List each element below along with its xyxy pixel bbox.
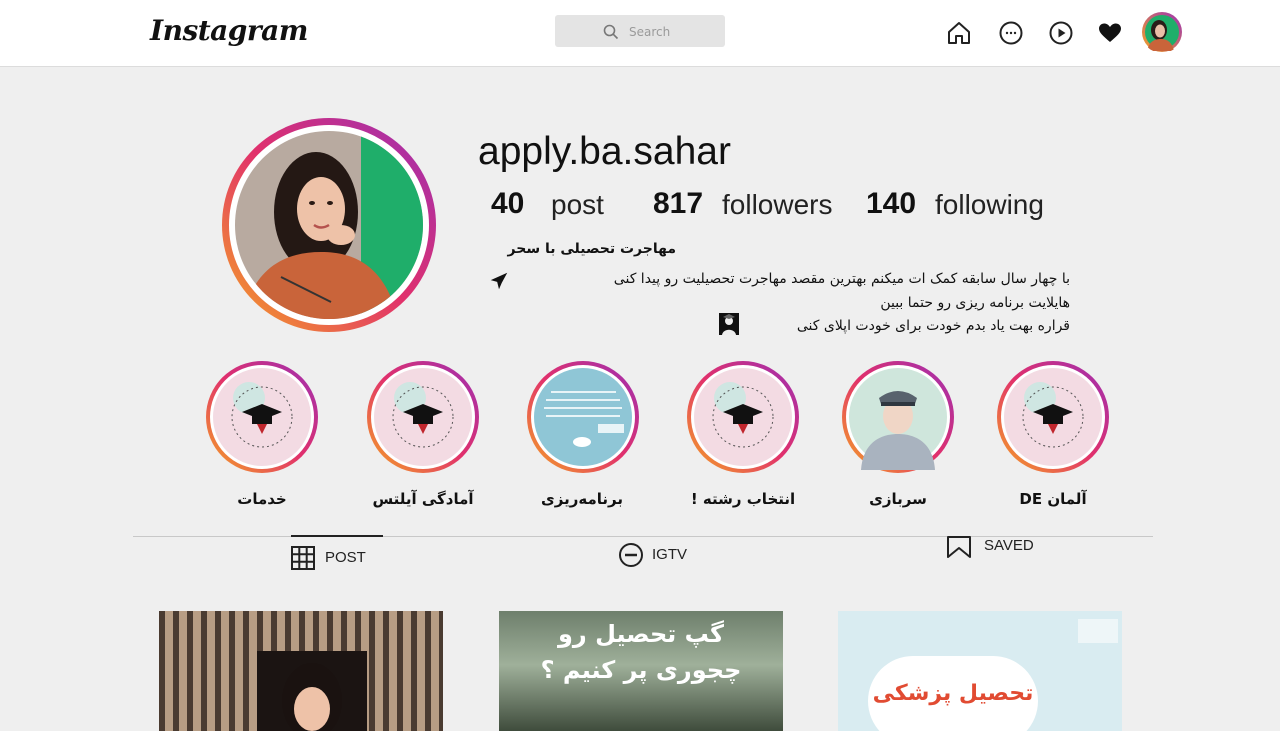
post-3-caption: تحصیل پزشکی [872,681,1034,706]
post-2-caption-line-1: گپ تحصیل رو [558,620,724,648]
bookmark-icon [947,536,971,558]
following-count[interactable]: 140 [866,187,916,221]
messenger-icon[interactable] [998,20,1024,46]
highlight-services-label: خدمات [237,490,287,508]
profile-picture[interactable] [221,117,437,333]
bio-line-2: هایلایت برنامه ریزی رو حتما ببین [880,295,1070,311]
highlight-germany[interactable] [996,360,1110,474]
search-placeholder: Search [629,25,671,39]
bio-line-3: قراره بهت یاد بدم خودت برای خودت اپلای ک… [796,318,1070,334]
airplane-icon [490,272,508,290]
highlight-ielts-label: آمادگی آیلتس [372,490,474,508]
active-tab-indicator [291,535,383,537]
highlight-major-selection[interactable] [686,360,800,474]
student-icon [719,313,739,335]
tab-saved-label: SAVED [984,537,1034,554]
post-thumbnail-1[interactable] [159,611,443,731]
heart-icon[interactable] [1097,20,1123,46]
instagram-logo[interactable]: Instagram [150,14,308,47]
highlight-major-selection-label: انتخاب رشته ! [690,490,796,508]
profile-avatar[interactable] [1141,11,1183,53]
highlight-military-service[interactable] [841,360,955,474]
grid-icon [291,546,315,570]
tab-post[interactable]: POST [291,545,391,571]
highlight-planning-label: برنامه‌ریزی [541,490,623,508]
explore-icon[interactable] [1048,20,1074,46]
home-icon[interactable] [946,20,972,46]
highlight-planning[interactable] [526,360,640,474]
highlight-ielts[interactable] [366,360,480,474]
search-icon [603,24,619,40]
highlight-military-service-label: سربازی [869,490,927,508]
followers-label[interactable]: followers [722,189,832,221]
post-thumbnail-3[interactable]: تحصیل پزشکی [838,611,1122,731]
followers-count[interactable]: 817 [653,187,703,221]
tab-post-label: POST [325,549,366,566]
following-label[interactable]: following [935,189,1044,221]
highlight-services[interactable] [205,360,319,474]
posts-count: 40 [491,187,525,220]
profile-username: apply.ba.sahar [478,130,731,173]
posts-label: post [551,189,604,220]
bio-line-1: با چهار سال سابقه کمک ات میکنم بهترین مق… [613,271,1070,287]
tab-igtv[interactable]: IGTV [618,542,708,568]
post-thumbnail-2[interactable]: گپ تحصیل رو چجوری پر کنیم ؟ [499,611,783,731]
bio-title: مهاجرت تحصیلی با سحر [507,241,676,257]
highlight-germany-label: آلمان DE [1019,490,1087,508]
igtv-icon [619,543,643,567]
tab-igtv-label: IGTV [652,546,688,563]
tab-saved[interactable]: SAVED [946,534,1046,560]
post-2-caption-line-2: چجوری پر کنیم ؟ [540,656,742,684]
